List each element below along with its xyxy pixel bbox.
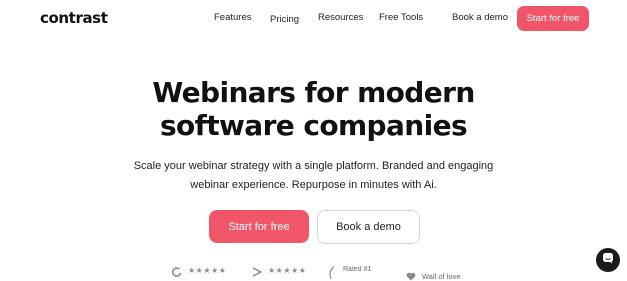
chat-widget-button[interactable] — [596, 248, 620, 272]
nav-link-pricing[interactable]: Pricing — [270, 14, 299, 25]
heart-icon — [406, 272, 416, 281]
logo[interactable]: contrast — [40, 9, 108, 27]
nav-book-demo-link[interactable]: Book a demo — [452, 12, 508, 23]
hero-subtitle: Scale your webinar strategy with a singl… — [0, 157, 627, 195]
wall-of-love-text: Wall of love — [422, 272, 461, 281]
chat-icon — [602, 251, 614, 269]
rated-badge: Rated #1 — [327, 266, 371, 281]
hero-title-line-2: software companies — [159, 109, 468, 142]
g2-icon — [171, 266, 182, 281]
laurel-icon — [327, 266, 337, 281]
hero-title: Webinars for modern software companies — [0, 76, 627, 142]
hero-subtitle-line-2: webinar experience. Repurpose in minutes… — [190, 179, 437, 191]
g2-badge[interactable]: ★★★★★ — [171, 266, 227, 281]
capterra-icon — [252, 266, 263, 281]
start-free-button[interactable]: Start for free — [209, 210, 309, 243]
hero-subtitle-line-1: Scale your webinar strategy with a singl… — [133, 160, 494, 172]
nav-link-free-tools[interactable]: Free Tools — [379, 12, 423, 23]
nav-link-features[interactable]: Features — [214, 12, 252, 23]
hero-title-line-1: Webinars for modern — [152, 76, 475, 109]
rated-text: Rated #1 — [343, 266, 372, 273]
wall-of-love-link[interactable]: Wall of love — [406, 272, 461, 281]
capterra-badge[interactable]: ★★★★★ — [252, 266, 306, 281]
capterra-stars: ★★★★★ — [268, 266, 307, 275]
page: contrast Features Pricing Resources Free… — [0, 0, 627, 281]
g2-stars: ★★★★★ — [188, 266, 227, 275]
book-demo-button[interactable]: Book a demo — [317, 210, 420, 244]
nav-start-free-button[interactable]: Start for free — [517, 6, 589, 31]
nav-link-resources[interactable]: Resources — [318, 12, 363, 23]
